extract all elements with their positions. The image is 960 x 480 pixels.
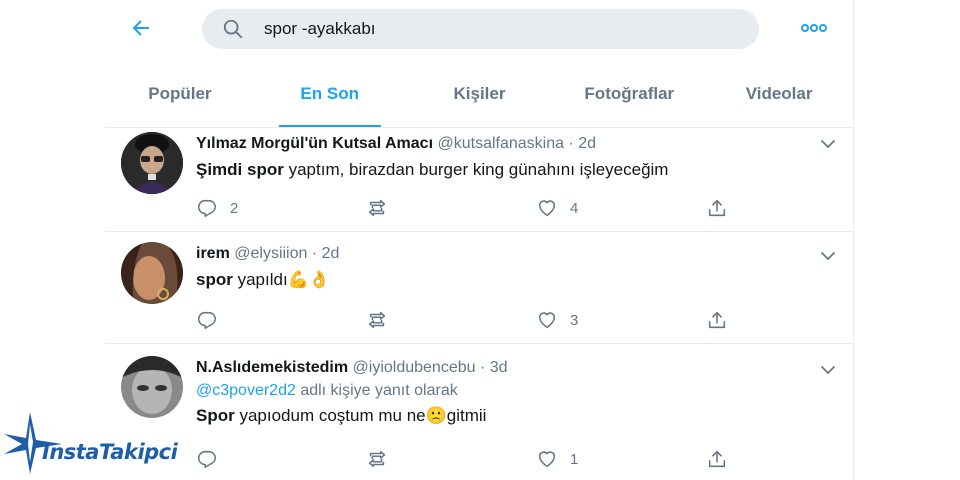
tweet-text: Şimdi spor yaptım, birazdan burger king …	[196, 158, 838, 182]
more-button[interactable]	[798, 14, 830, 42]
tweet-body: N.Aslıdemekistedim @iyioldubencebu · 3d …	[196, 358, 838, 428]
display-name[interactable]: N.Aslıdemekistedim	[196, 359, 348, 376]
tweet-body: irem @elysiiion · 2d spor yapıldı💪👌	[196, 244, 838, 292]
like-button[interactable]: 4	[536, 195, 578, 221]
tweet-text: spor yapıldı💪👌	[196, 268, 838, 292]
reply-suffix: adlı kişiye yanıt olarak	[300, 382, 458, 399]
tweet-text-rest: yaptım, birazdan burger king günahını iş…	[288, 160, 669, 179]
handle[interactable]: @iyioldubencebu	[353, 359, 476, 376]
chevron-down-icon[interactable]	[818, 246, 838, 266]
search-tabs: Popüler En Son Kişiler Fotoğraflar Video…	[105, 70, 854, 128]
separator: ·	[568, 135, 574, 152]
handle[interactable]: @kutsalfanaskina	[437, 135, 564, 152]
share-icon	[708, 311, 726, 329]
avatar[interactable]	[121, 132, 183, 194]
timestamp[interactable]: 2d	[578, 135, 596, 152]
reply-button[interactable]	[196, 446, 230, 472]
heart-icon	[538, 312, 556, 329]
tab-latest[interactable]: En Son	[255, 70, 405, 127]
reply-icon	[197, 199, 217, 218]
retweet-icon	[368, 199, 386, 217]
retweet-icon	[368, 311, 386, 329]
like-button[interactable]: 3	[536, 307, 578, 333]
highlight-text: spor	[196, 270, 233, 289]
back-button[interactable]	[125, 12, 157, 44]
tweet-header: irem @elysiiion · 2d	[196, 244, 838, 264]
avatar[interactable]	[121, 242, 183, 304]
separator: ·	[311, 245, 318, 262]
tab-top[interactable]: Popüler	[105, 70, 255, 127]
tweet-actions: 1	[196, 446, 756, 472]
separator: ·	[479, 359, 486, 376]
timestamp[interactable]: 2d	[322, 245, 340, 262]
share-icon	[708, 199, 726, 217]
reply-button[interactable]	[196, 307, 230, 333]
like-count: 1	[570, 450, 579, 468]
retweet-button[interactable]	[366, 195, 400, 221]
share-button[interactable]	[706, 195, 728, 221]
heart-icon	[538, 451, 556, 468]
display-name[interactable]: Yılmaz Morgül'ün Kutsal Amacı	[196, 135, 433, 152]
search-icon	[223, 19, 243, 39]
tweet-header: Yılmaz Morgül'ün Kutsal Amacı @kutsalfan…	[196, 134, 838, 154]
tweet-body: Yılmaz Morgül'ün Kutsal Amacı @kutsalfan…	[196, 134, 838, 182]
tab-people[interactable]: Kişiler	[405, 70, 555, 127]
share-icon	[708, 450, 726, 468]
search-input[interactable]	[264, 9, 734, 49]
share-button[interactable]	[706, 307, 728, 333]
like-button[interactable]: 1	[536, 446, 578, 472]
tweet-header: N.Aslıdemekistedim @iyioldubencebu · 3d	[196, 358, 838, 378]
handle[interactable]: @elysiiion	[234, 245, 307, 262]
display-name[interactable]: irem	[196, 245, 230, 262]
retweet-button[interactable]	[366, 307, 400, 333]
avatar[interactable]	[121, 356, 183, 418]
tweet-2[interactable]: irem @elysiiion · 2d spor yapıldı💪👌 3	[105, 232, 854, 344]
arrow-left-icon	[132, 20, 149, 36]
tweet-actions: 3	[196, 307, 756, 333]
reply-icon	[197, 450, 217, 469]
reply-mention-link[interactable]: @c3pover2d2	[196, 382, 296, 399]
tweet-text-rest: yapıldı💪👌	[237, 270, 330, 289]
tweet-1[interactable]: Yılmaz Morgül'ün Kutsal Amacı @kutsalfan…	[105, 128, 854, 232]
reply-count: 2	[230, 199, 239, 217]
tweet-text-rest: yapıodum coştum mu ne🙁gitmii	[239, 406, 487, 425]
watermark-text: InstaTakipci	[42, 440, 178, 464]
heart-icon	[538, 200, 556, 217]
search-column: Popüler En Son Kişiler Fotoğraflar Video…	[105, 0, 854, 480]
like-count: 3	[570, 311, 579, 329]
retweet-button[interactable]	[366, 446, 400, 472]
top-bar	[105, 0, 854, 58]
share-button[interactable]	[706, 446, 728, 472]
highlight-text: Şimdi spor	[196, 160, 284, 179]
tweet-3[interactable]: N.Aslıdemekistedim @iyioldubencebu · 3d …	[105, 344, 854, 480]
search-box[interactable]	[202, 9, 759, 49]
tweet-actions: 2 4	[196, 195, 756, 221]
like-count: 4	[570, 199, 579, 217]
retweet-icon	[368, 450, 386, 468]
more-dots-icon	[801, 24, 827, 32]
reply-icon	[197, 311, 217, 330]
chevron-down-icon[interactable]	[818, 360, 838, 380]
tab-photos[interactable]: Fotoğraflar	[554, 70, 704, 127]
chevron-down-icon[interactable]	[818, 134, 838, 154]
timestamp[interactable]: 3d	[490, 359, 508, 376]
reply-button[interactable]: 2	[196, 195, 238, 221]
tab-videos[interactable]: Videolar	[704, 70, 854, 127]
tweet-text: Spor yapıodum coştum mu ne🙁gitmii	[196, 404, 838, 428]
highlight-text: Spor	[196, 406, 235, 425]
watermark: InstaTakipci	[2, 410, 178, 476]
reply-context: @c3pover2d2 adlı kişiye yanıt olarak	[196, 380, 838, 402]
